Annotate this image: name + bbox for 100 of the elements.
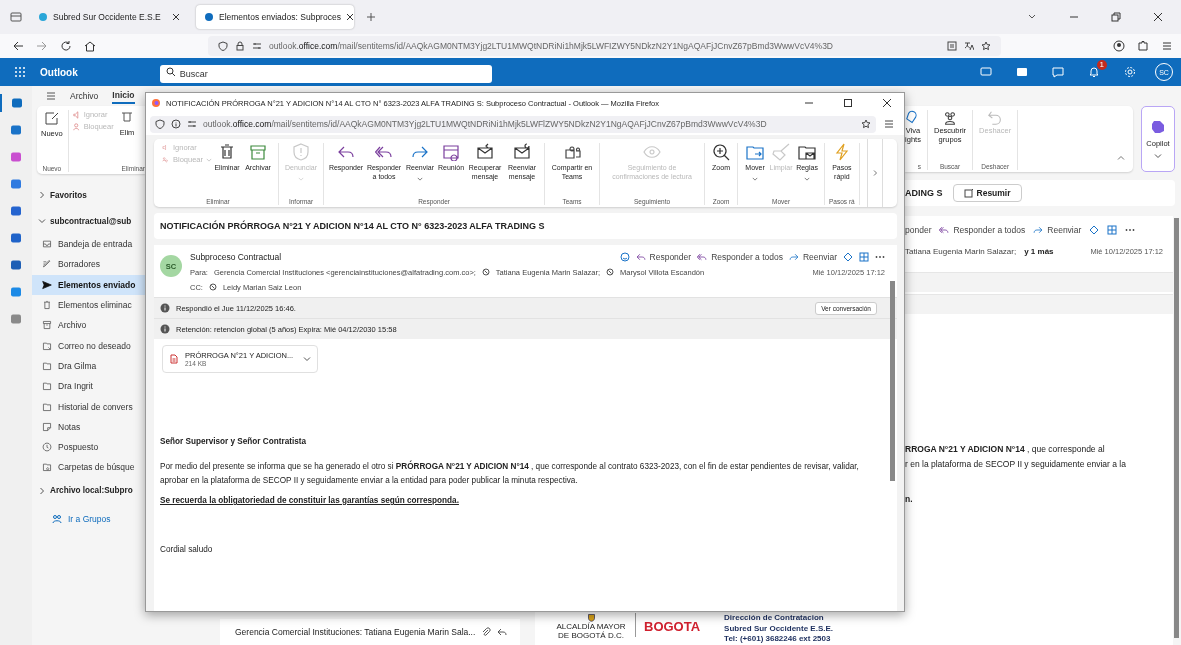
account-icon[interactable] (1113, 40, 1125, 52)
forward-button[interactable]: Reenviar (1033, 225, 1082, 235)
envelope-icon (476, 143, 495, 161)
folder-item[interactable]: Borradores (32, 254, 145, 275)
summarize-button[interactable]: Resumir (952, 184, 1022, 202)
folder-item[interactable]: Carpetas de búsque (32, 457, 145, 478)
address-field[interactable]: outlook.office.com/mail/sentitems/id/AAQkAGM0NTM3Yjg2LTU1MWQtNDRiNi1hMjk5LWFlZWY5NDkzN2Y1NgAQAFjJCnvZ67pBmd3WwwVcV4%3D (150, 115, 876, 133)
message-icon[interactable] (1052, 66, 1064, 78)
forward-button[interactable]: Reenviar (788, 252, 837, 262)
folder-item[interactable]: Elementos eliminac (32, 294, 145, 316)
folder-item[interactable]: Bandeja de entrada (32, 234, 145, 255)
shield-icon (218, 41, 228, 51)
chevron-down-icon (38, 217, 46, 225)
folder-icon (746, 143, 765, 161)
settings-icon[interactable] (1124, 66, 1136, 78)
extensions-icon[interactable] (1137, 40, 1149, 52)
search-field[interactable]: Buscar (159, 65, 492, 83)
inbox-folder-icon (42, 239, 52, 250)
collapse-icon (1117, 154, 1125, 162)
folder-item[interactable]: Correo no deseado (32, 335, 145, 356)
folder-item[interactable]: Pospuesto (32, 436, 145, 458)
sender-name: Subproceso Contractual (190, 252, 282, 262)
reminder-text: Se recuerda la obligatoriedad de constituir las garantías según corresponda. (160, 496, 460, 505)
reply-all-icon (697, 252, 708, 262)
close-icon[interactable] (882, 98, 892, 108)
chat-icon[interactable] (980, 66, 992, 78)
folder-folder-icon (42, 381, 52, 392)
folder-folder-icon (42, 401, 52, 412)
star-icon (861, 119, 871, 129)
grid-icon (859, 252, 869, 262)
notification-badge: 1 (1096, 60, 1107, 70)
reload-icon[interactable] (60, 40, 72, 52)
calendar-icon (442, 143, 461, 161)
notes-folder-icon (42, 421, 52, 432)
ribbon-tab[interactable]: Archivo (70, 89, 99, 103)
reader-view-icon (947, 41, 957, 51)
menu-icon[interactable] (1161, 40, 1173, 52)
more-recipients-link[interactable]: y 1 más (1024, 246, 1054, 256)
reply-all-button[interactable]: Responder a todos (939, 225, 1026, 235)
archive-box-icon (249, 143, 268, 161)
signature-line: Tel: (+601) 3682246 ext 2503 (724, 634, 832, 645)
archive-folder-icon (42, 320, 52, 331)
presence-icon (481, 268, 490, 276)
reply-button[interactable]: Responder (635, 252, 692, 262)
groups-link[interactable]: Ir a Grupos (52, 513, 145, 524)
reply-all-button[interactable]: Responder a todos (697, 252, 783, 262)
folder-section[interactable]: Favoritos (38, 182, 145, 208)
junk-folder-icon (42, 340, 52, 351)
restore-icon[interactable] (1111, 12, 1121, 22)
folder-section[interactable]: Archivo local:Subpro (38, 477, 145, 504)
forward-icon[interactable] (36, 40, 48, 52)
folder-folder-icon (42, 360, 52, 371)
undo-icon (987, 110, 1004, 126)
address-field[interactable]: outlook.office.com/mail/sentitems/id/AAQkAGM0NTM3Yjg2LTU1MWQtNDRiNi1hMjk5LWFIZWY5NDkzN2Y1NgAQAFjJCnvZ67pBmd3WwwVcV4%3D (208, 36, 1001, 56)
body-text: RROGA N°21 Y ADICION N°14 , que corresponde al (905, 443, 1106, 456)
bell-icon[interactable] (1088, 66, 1100, 78)
drafts-folder-icon (42, 259, 52, 270)
chevron-down-icon (298, 175, 305, 182)
app-launcher-icon[interactable] (14, 66, 26, 78)
close-icon[interactable] (172, 13, 180, 21)
folder-item[interactable]: Notas (32, 416, 145, 437)
folder-item[interactable]: Archivo (32, 315, 145, 336)
browser-tab[interactable]: Subred Sur Occidente E.S.E (30, 5, 188, 29)
chevron-right-icon (38, 191, 46, 199)
smiley-icon (619, 252, 630, 262)
tab-list-icon[interactable] (10, 11, 22, 23)
new-tab-icon[interactable] (366, 12, 376, 22)
chevron-down-icon (752, 175, 759, 182)
ribbon-tab[interactable]: Inicio (112, 88, 135, 104)
browser-tab[interactable]: Elementos enviados: Subproces (196, 5, 354, 29)
close-icon[interactable] (1153, 12, 1163, 22)
close-icon[interactable] (345, 13, 354, 21)
translate-icon (964, 41, 974, 51)
eye-icon (643, 143, 662, 161)
summary-icon (963, 188, 974, 198)
back-icon[interactable] (12, 40, 24, 52)
compose-icon (43, 110, 60, 126)
closing-text: Cordial saludo (160, 545, 214, 554)
zoom-icon (712, 143, 731, 161)
app-name: Outlook (40, 66, 78, 78)
menu-icon[interactable] (884, 119, 894, 129)
forward-icon (1033, 225, 1044, 235)
body-paragraph: Por medio del presente se informa que se ha generado el otro si PRÓRROGA N°21 Y ADICION N°14 , que corresponde al contrato 6323-2023, con el fin de estar pendientes de revisar, validar, aprobar en la plataforma de SECOP II y seguidamente enviar a la entidad para poder publicar la minuta respectiva. (160, 460, 860, 487)
folder-item[interactable]: Elementos enviado (32, 274, 145, 295)
broom-icon (772, 143, 791, 161)
search-folder-icon (42, 462, 52, 473)
maximize-icon[interactable] (843, 98, 853, 108)
logo-caption: ALCALDÍA MAYOR DE BOGOTÁ D.C. (555, 622, 627, 640)
people-icon (52, 513, 62, 524)
folder-item[interactable]: Dra Ingrit (32, 376, 145, 397)
city-logo: BOGOTA (644, 619, 701, 634)
folder-item[interactable]: Historial de convers (32, 396, 145, 417)
speaker-icon (72, 110, 81, 119)
subject-text: NOTIFICACIÓN PRÓRROGA N°21 Y ADICION N°14 AL CTO N° 6323-2023 ALFA TRADING S (160, 221, 545, 231)
presence-icon (606, 268, 615, 276)
folder-item[interactable]: Dra Gilma (32, 355, 145, 377)
trash-icon (121, 110, 133, 122)
home-icon[interactable] (84, 40, 96, 52)
folder-section[interactable]: subcontractual@sub (38, 208, 145, 234)
reply-button[interactable]: ponder (905, 225, 932, 235)
